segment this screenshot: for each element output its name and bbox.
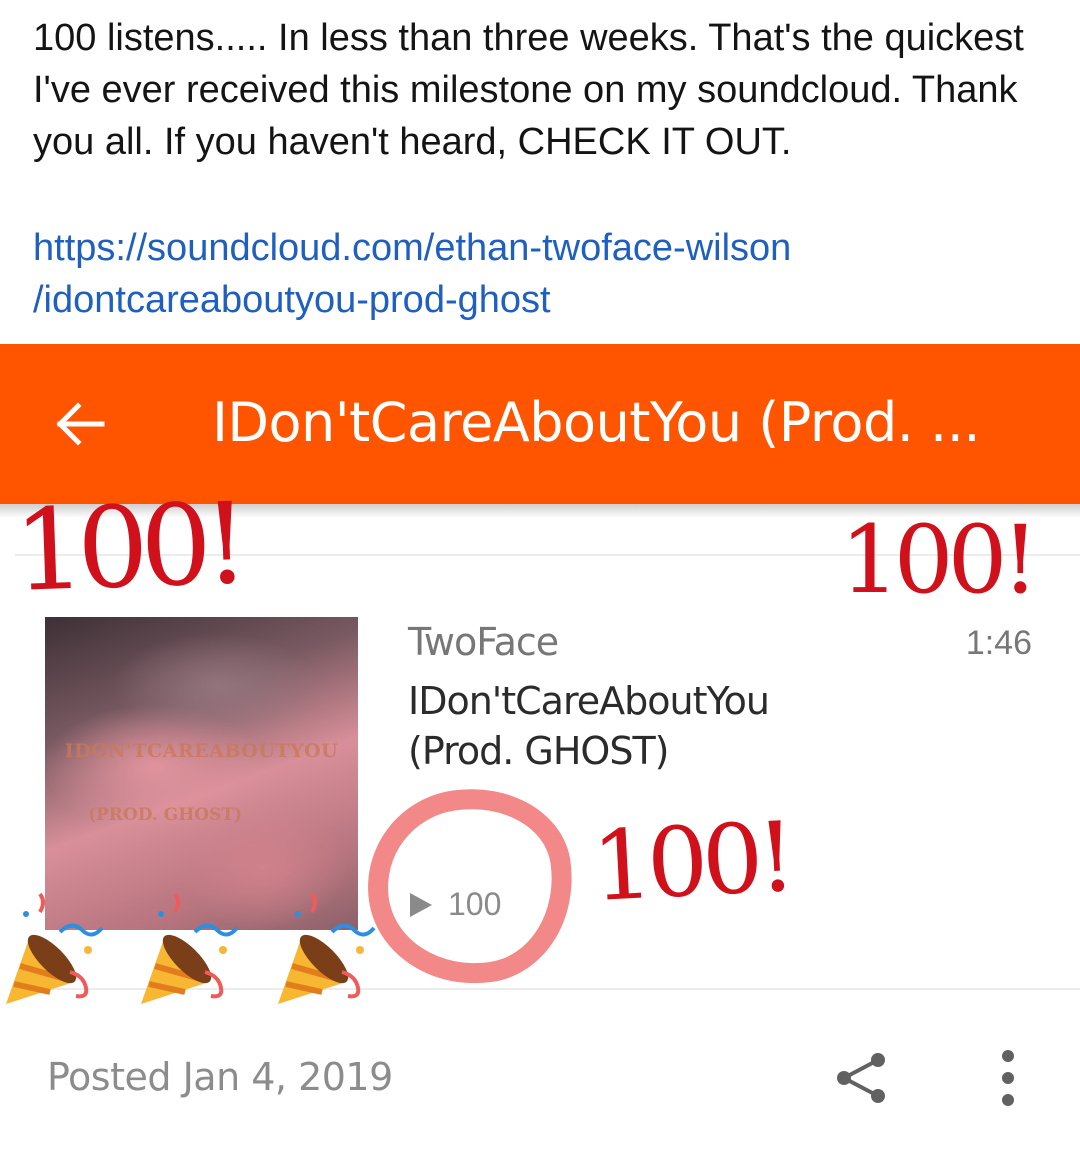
back-button[interactable] xyxy=(50,398,110,450)
posted-date: Posted Jan 4, 2019 xyxy=(47,1055,393,1099)
post-link-line-1[interactable]: https://soundcloud.com/ethan-twoface-wil… xyxy=(33,222,1053,274)
artwork-title: IDON'TCAREABOUTYOU xyxy=(64,740,339,762)
track-duration: 1:46 xyxy=(965,624,1032,662)
app-header: IDon'tCareAboutYou (Prod. ... xyxy=(0,344,1080,504)
header-shadow xyxy=(0,504,1080,518)
post-link-line-2[interactable]: /idontcareaboutyou-prod-ghost xyxy=(33,274,1053,326)
play-count-value: 100 xyxy=(448,886,502,922)
play-icon xyxy=(410,892,432,917)
more-options-button[interactable] xyxy=(993,1046,1023,1110)
play-count: 100 xyxy=(408,886,501,923)
artist-name[interactable]: TwoFace xyxy=(408,619,559,665)
divider xyxy=(15,988,1080,990)
header-title: IDon'tCareAboutYou (Prod. ... xyxy=(212,391,981,454)
artwork-subtitle: (PROD. GHOST) xyxy=(87,805,243,825)
track-artwork[interactable]: IDON'TCAREABOUTYOU (PROD. GHOST) xyxy=(45,617,358,930)
track-title[interactable]: IDon'tCareAboutYou (Prod. GHOST) xyxy=(408,676,848,776)
soundcloud-screenshot: IDon'tCareAboutYou (Prod. ... IDON'TCARE… xyxy=(0,344,1080,1151)
hundred-sticker: 100! xyxy=(840,506,1039,615)
divider xyxy=(15,554,1080,556)
more-vertical-icon xyxy=(1002,1050,1014,1106)
post-text: 100 listens..... In less than three week… xyxy=(33,17,1024,163)
arrow-left-icon xyxy=(56,402,105,446)
hundred-sticker: 100! xyxy=(589,800,793,924)
share-button[interactable] xyxy=(832,1048,892,1108)
post-link[interactable]: https://soundcloud.com/ethan-twoface-wil… xyxy=(33,222,1053,326)
share-icon xyxy=(837,1053,885,1103)
